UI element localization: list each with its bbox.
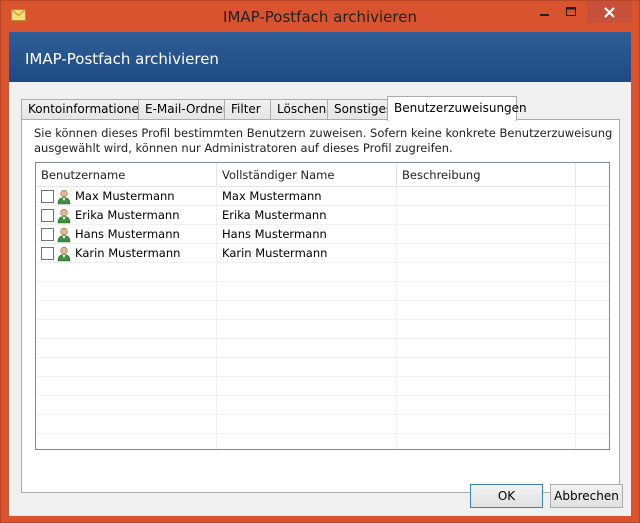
empty-row bbox=[36, 358, 609, 377]
minimize-button[interactable] bbox=[532, 1, 558, 23]
tab-filter[interactable]: Filter bbox=[224, 99, 271, 120]
cancel-button[interactable]: Abbrechen bbox=[550, 484, 623, 508]
user-assignment-grid[interactable]: Benutzername Vollständiger Name Beschrei… bbox=[35, 162, 610, 450]
empty-row bbox=[36, 263, 609, 282]
user-icon bbox=[57, 208, 71, 224]
cell-fullname: Erika Mustermann bbox=[217, 206, 397, 225]
close-button[interactable] bbox=[587, 1, 632, 23]
cell-filler bbox=[576, 244, 609, 263]
cell-description bbox=[397, 187, 576, 206]
column-header-description[interactable]: Beschreibung bbox=[397, 163, 576, 187]
user-icon bbox=[57, 189, 71, 205]
empty-row bbox=[36, 301, 609, 320]
ok-button[interactable]: OK bbox=[470, 484, 543, 508]
tab-loeschen[interactable]: Löschen bbox=[270, 99, 328, 120]
empty-row bbox=[36, 434, 609, 449]
tab-benutzerzuweisungen[interactable]: Benutzerzuweisungen bbox=[387, 96, 527, 121]
table-row[interactable]: Erika Mustermann Erika Mustermann bbox=[36, 206, 609, 225]
cell-filler bbox=[576, 206, 609, 225]
header-banner: IMAP-Postfach archivieren bbox=[9, 32, 631, 82]
cell-fullname: Karin Mustermann bbox=[217, 244, 397, 263]
username-text: Hans Mustermann bbox=[75, 227, 180, 241]
cell-description bbox=[397, 206, 576, 225]
tab-email-ordner[interactable]: E-Mail-Ordner bbox=[138, 99, 228, 120]
grid-rows: Max Mustermann Max Mustermann Erika Must… bbox=[36, 187, 609, 449]
row-checkbox[interactable] bbox=[41, 228, 54, 241]
row-checkbox[interactable] bbox=[41, 209, 54, 222]
empty-row bbox=[36, 396, 609, 415]
table-row[interactable]: Hans Mustermann Hans Mustermann bbox=[36, 225, 609, 244]
user-icon bbox=[57, 246, 71, 262]
grid-header: Benutzername Vollständiger Name Beschrei… bbox=[36, 163, 609, 187]
maximize-button[interactable] bbox=[558, 1, 584, 23]
user-icon bbox=[57, 227, 71, 243]
cell-username: Erika Mustermann bbox=[36, 206, 217, 225]
cell-fullname: Max Mustermann bbox=[217, 187, 397, 206]
cell-filler bbox=[576, 225, 609, 244]
table-row[interactable]: Max Mustermann Max Mustermann bbox=[36, 187, 609, 206]
username-text: Erika Mustermann bbox=[75, 208, 180, 222]
cell-username: Hans Mustermann bbox=[36, 225, 217, 244]
row-checkbox[interactable] bbox=[41, 190, 54, 203]
tab-panel-benutzerzuweisungen: Sie können dieses Profil bestimmten Benu… bbox=[21, 119, 620, 493]
cell-description bbox=[397, 225, 576, 244]
header-title: IMAP-Postfach archivieren bbox=[25, 50, 219, 68]
column-header-fullname[interactable]: Vollständiger Name bbox=[217, 163, 397, 187]
column-header-username[interactable]: Benutzername bbox=[36, 163, 217, 187]
panel-description: Sie können dieses Profil bestimmten Benu… bbox=[34, 126, 613, 155]
username-text: Karin Mustermann bbox=[75, 246, 181, 260]
column-header-filler bbox=[576, 163, 609, 187]
row-checkbox[interactable] bbox=[41, 247, 54, 260]
minimize-icon bbox=[540, 14, 549, 16]
username-text: Max Mustermann bbox=[75, 189, 175, 203]
empty-row bbox=[36, 339, 609, 358]
table-row[interactable]: Karin Mustermann Karin Mustermann bbox=[36, 244, 609, 263]
dialog-window: IMAP-Postfach archivieren IMAP-Postfach … bbox=[0, 0, 640, 523]
dialog-client-area: IMAP-Postfach archivieren Kontoinformati… bbox=[9, 32, 631, 516]
empty-row bbox=[36, 282, 609, 301]
empty-row bbox=[36, 377, 609, 396]
cell-username: Max Mustermann bbox=[36, 187, 217, 206]
maximize-icon bbox=[566, 7, 576, 16]
title-bar[interactable]: IMAP-Postfach archivieren bbox=[1, 1, 639, 32]
tab-kontoinformationen[interactable]: Kontoinformationen bbox=[21, 99, 147, 120]
close-icon bbox=[604, 6, 615, 18]
cell-filler bbox=[576, 187, 609, 206]
tab-sonstiges[interactable]: Sonstiges bbox=[327, 99, 392, 120]
cell-description bbox=[397, 244, 576, 263]
cell-username: Karin Mustermann bbox=[36, 244, 217, 263]
empty-row bbox=[36, 320, 609, 339]
empty-row bbox=[36, 415, 609, 434]
cell-fullname: Hans Mustermann bbox=[217, 225, 397, 244]
